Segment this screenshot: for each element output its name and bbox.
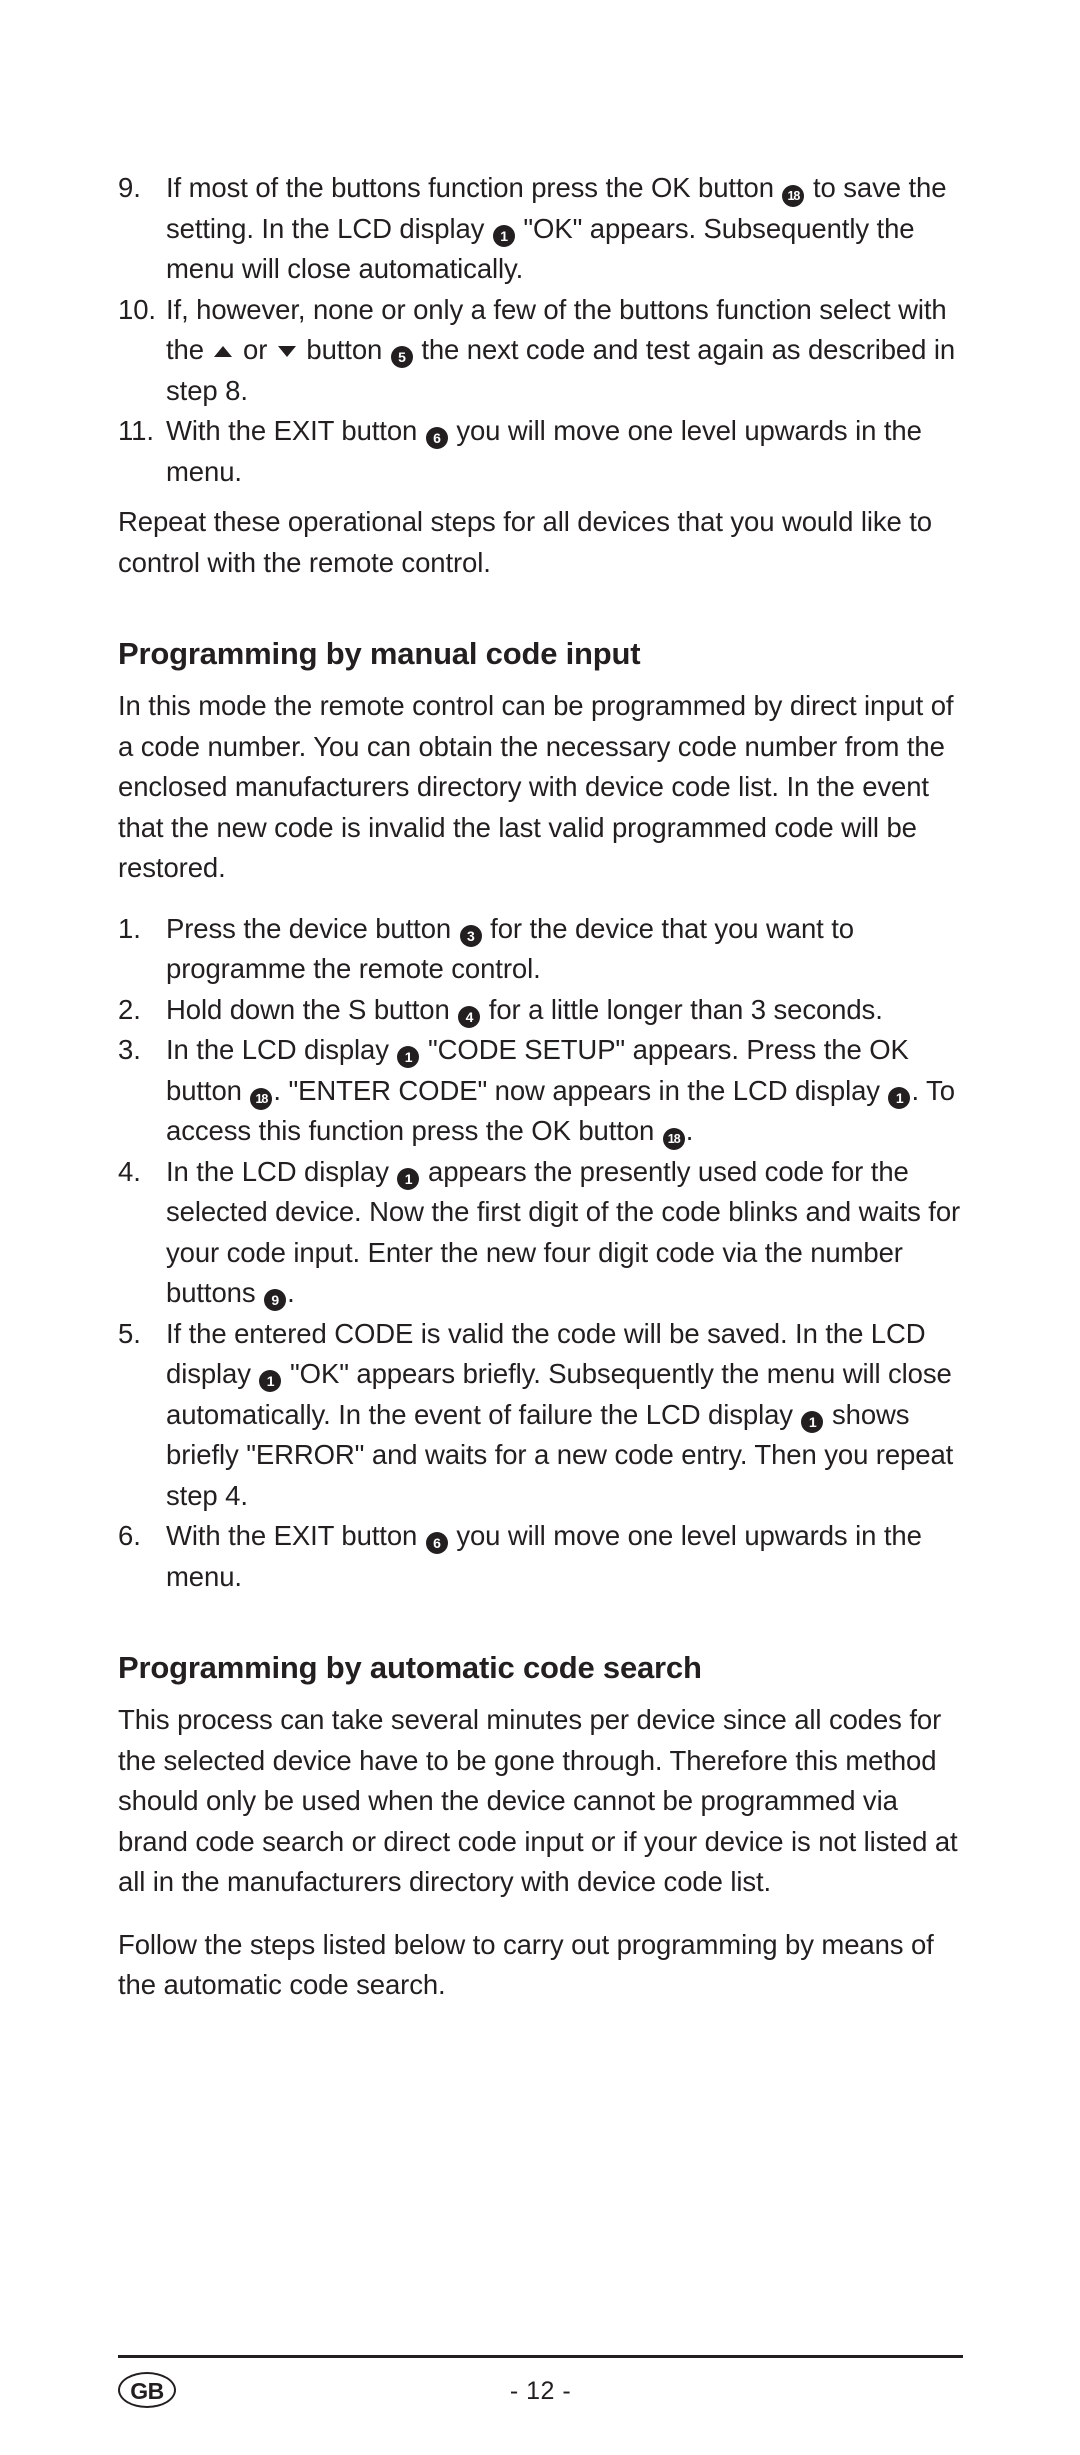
circled-number-1-icon: 1 — [492, 224, 515, 247]
manual-code-intro-paragraph: In this mode the remote control can be p… — [118, 690, 954, 883]
list-item-text: In the LCD display 1 appears the present… — [166, 1152, 963, 1314]
circled-number-4-icon: 4 — [458, 1005, 481, 1028]
list-item-text: In the LCD display 1 "CODE SETUP" appear… — [166, 1030, 963, 1152]
triangle-up-icon — [214, 346, 233, 357]
list-item: 4. In the LCD display 1 appears the prese… — [118, 1152, 963, 1314]
list-item-number: 5. — [118, 1317, 141, 1349]
circled-number-1-icon: 1 — [801, 1410, 824, 1433]
automatic-code-paragraph-1: This process can take several minutes pe… — [118, 1704, 958, 1897]
triangle-down-icon — [277, 346, 296, 357]
list-item-text: With the EXIT button 6 you will move one… — [166, 1520, 922, 1592]
circled-number-1-icon: 1 — [397, 1167, 420, 1190]
manual-page: 9. If most of the buttons function press … — [0, 0, 1080, 2455]
list-item: 11. With the EXIT button 6 you will move … — [118, 411, 963, 492]
manual-code-steps-list: 1. Press the device button 3 for the devi… — [118, 909, 963, 1598]
list-item: 3. In the LCD display 1 "CODE SETUP" appe… — [118, 1030, 963, 1152]
list-item: 2. Hold down the S button 4 for a little … — [118, 990, 963, 1031]
heading-manual-code-input: Programming by manual code input — [118, 636, 641, 671]
continued-steps-list: 9. If most of the buttons function press … — [118, 168, 963, 492]
list-item-text: If, however, none or only a few of the b… — [166, 293, 956, 406]
list-item-number: 1. — [118, 912, 141, 944]
list-item-number: 2. — [118, 993, 141, 1025]
circled-number-6-icon: 6 — [425, 1532, 448, 1554]
circled-number-6-icon: 6 — [425, 427, 448, 449]
circled-number-3-icon: 3 — [459, 924, 482, 947]
list-item-number: 10. — [118, 293, 156, 325]
list-item-text: With the EXIT button 6 you will move one… — [166, 415, 922, 487]
list-item-text: Hold down the S button 4 for a little lo… — [166, 990, 963, 1031]
circled-number-1-icon: 1 — [397, 1046, 420, 1068]
list-item: 5. If the entered CODE is valid the code … — [118, 1314, 963, 1517]
list-item-number: 11. — [118, 415, 154, 446]
list-item-number: 4. — [118, 1155, 141, 1187]
circled-number-5-icon: 5 — [390, 346, 413, 368]
list-item: 6. With the EXIT button 6 you will move o… — [118, 1516, 963, 1597]
footer-divider — [118, 2355, 963, 2358]
list-item-number: 9. — [118, 172, 141, 203]
list-item-text: If most of the buttons function press th… — [166, 172, 947, 284]
list-item-text: If the entered CODE is valid the code wi… — [166, 1317, 954, 1511]
page-content: 9. If most of the buttons function press … — [118, 168, 963, 2006]
circled-number-9-icon: 9 — [264, 1289, 287, 1311]
list-item-number: 6. — [118, 1520, 141, 1551]
list-item: 1. Press the device button 3 for the devi… — [118, 909, 963, 990]
circled-number-1-icon: 1 — [888, 1086, 911, 1109]
page-number: - 12 - — [509, 2377, 572, 2405]
circled-number-1-icon: 1 — [259, 1370, 282, 1392]
list-item: 9. If most of the buttons function press … — [118, 168, 963, 290]
list-item-text: Press the device button 3 for the device… — [166, 912, 854, 985]
circled-number-18-icon: 18 — [250, 1087, 273, 1110]
circled-number-18-icon: 18 — [782, 185, 805, 207]
circled-number-18-icon: 18 — [662, 1128, 685, 1150]
list-item-number: 3. — [118, 1034, 141, 1065]
heading-automatic-code-search: Programming by automatic code search — [118, 1650, 702, 1685]
automatic-code-paragraph-2: Follow the steps listed below to carry o… — [118, 1928, 934, 2001]
list-item: 10. If, however, none or only a few of th… — [118, 290, 963, 412]
repeat-paragraph: Repeat these operational steps for all d… — [118, 506, 933, 578]
